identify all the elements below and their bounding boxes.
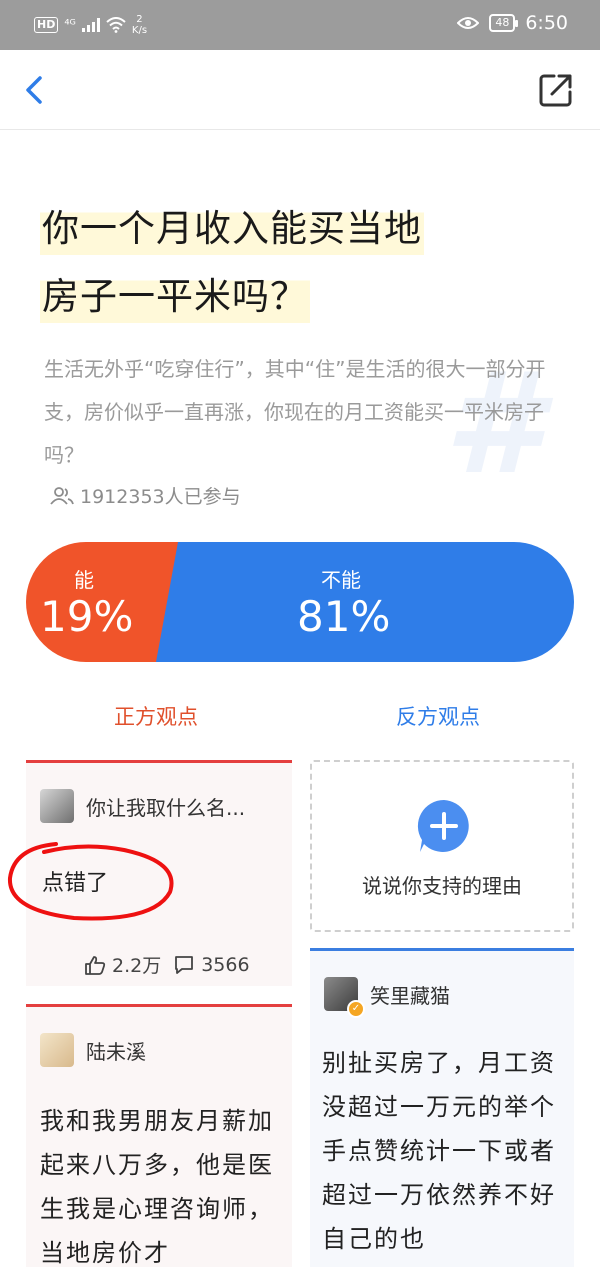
signal-icon: ⁴ᴳ [64,17,76,33]
plus-bubble-icon [417,799,469,852]
avatar[interactable] [40,789,74,823]
share-icon [539,74,572,107]
wifi-icon [106,17,126,33]
net-speed-value: 2 [136,14,143,25]
status-bar: HD ⁴ᴳ 2 K/s 48 6:50 [0,0,600,50]
opinion-card[interactable]: 你让我取什么名... 点错了 2.2万 3566 [26,760,292,986]
eye-icon [457,17,480,29]
author-name: 你让我取什么名... [86,795,246,820]
share-button[interactable] [538,72,574,108]
nav-bar [0,50,600,130]
author-name: 陆未溪 [86,1039,146,1064]
opinion-card[interactable]: 陆未溪 我和我男朋友月薪加起来八万多，他是医生我是心理咨询师，当地房价才 [26,1004,292,1267]
question-description: 生活无外乎“吃穿住行”，其中“住”是生活的很大一部分开支，房价似乎一直再涨，你现… [44,357,546,467]
card-content: 点错了 [42,871,109,896]
vote-no-label: 不能 [321,568,361,592]
like-count: 2.2万 [112,955,162,977]
hd-badge: HD [34,17,59,33]
avatar[interactable] [40,1033,74,1067]
card-author[interactable]: 你让我取什么名... [40,789,245,823]
cell-signal-icon [81,18,100,32]
author-name: 笑里藏猫 [370,983,450,1008]
question-title-line2: 房子一平米吗？ [40,271,310,323]
thumbs-up-icon[interactable] [84,955,106,975]
clock: 6:50 [525,12,568,34]
card-author[interactable]: ✓ 笑里藏猫 [324,977,450,1018]
back-button[interactable] [20,72,54,108]
add-reason-label: 说说你支持的理由 [362,874,522,898]
positive-side-tab[interactable]: 正方观点 [114,701,198,731]
opinion-card[interactable]: ✓ 笑里藏猫 别扯买房了，月工资没超过一万元的举个手点赞统计一下或者超过一万依然… [310,948,574,1267]
vote-no-percent: 81% [297,592,391,641]
vote-yes-label: 能 [74,568,94,592]
card-content: 别扯买房了，月工资没超过一万元的举个手点赞统计一下或者超过一万依然养不好自己的也 [322,1049,556,1253]
people-icon [50,486,74,505]
negative-side-tab[interactable]: 反方观点 [396,701,480,731]
status-bar-left: HD ⁴ᴳ 2 K/s [34,14,147,36]
question-title-line1: 你一个月收入能买当地 [40,203,424,255]
vote-yes-segment[interactable]: 能 19% [26,542,178,662]
net-speed-unit: K/s [131,25,148,36]
chevron-left-icon [26,76,42,104]
net-speed: 2 K/s [132,14,147,36]
status-bar-right: 48 6:50 [457,12,568,34]
card-stats: 2.2万 3566 [84,951,250,978]
vote-result-bar: 不能 81% 能 19% [26,542,574,662]
verified-badge-icon: ✓ [347,1000,365,1018]
vote-no-segment[interactable]: 不能 81% [125,542,574,662]
participants-count: 1912353人已参与 [50,482,241,509]
vote-yes-percent: 19% [40,592,134,641]
card-content: 我和我男朋友月薪加起来八万多，他是医生我是心理咨询师，当地房价才 [40,1107,274,1267]
card-author[interactable]: 陆未溪 [40,1033,146,1067]
comment-icon[interactable] [173,955,195,975]
comment-count: 3566 [201,953,250,976]
add-reason-box[interactable]: 说说你支持的理由 [310,760,574,932]
participants-text: 1912353人已参与 [80,486,241,508]
battery-indicator: 48 [489,14,519,32]
avatar[interactable]: ✓ [324,977,365,1018]
